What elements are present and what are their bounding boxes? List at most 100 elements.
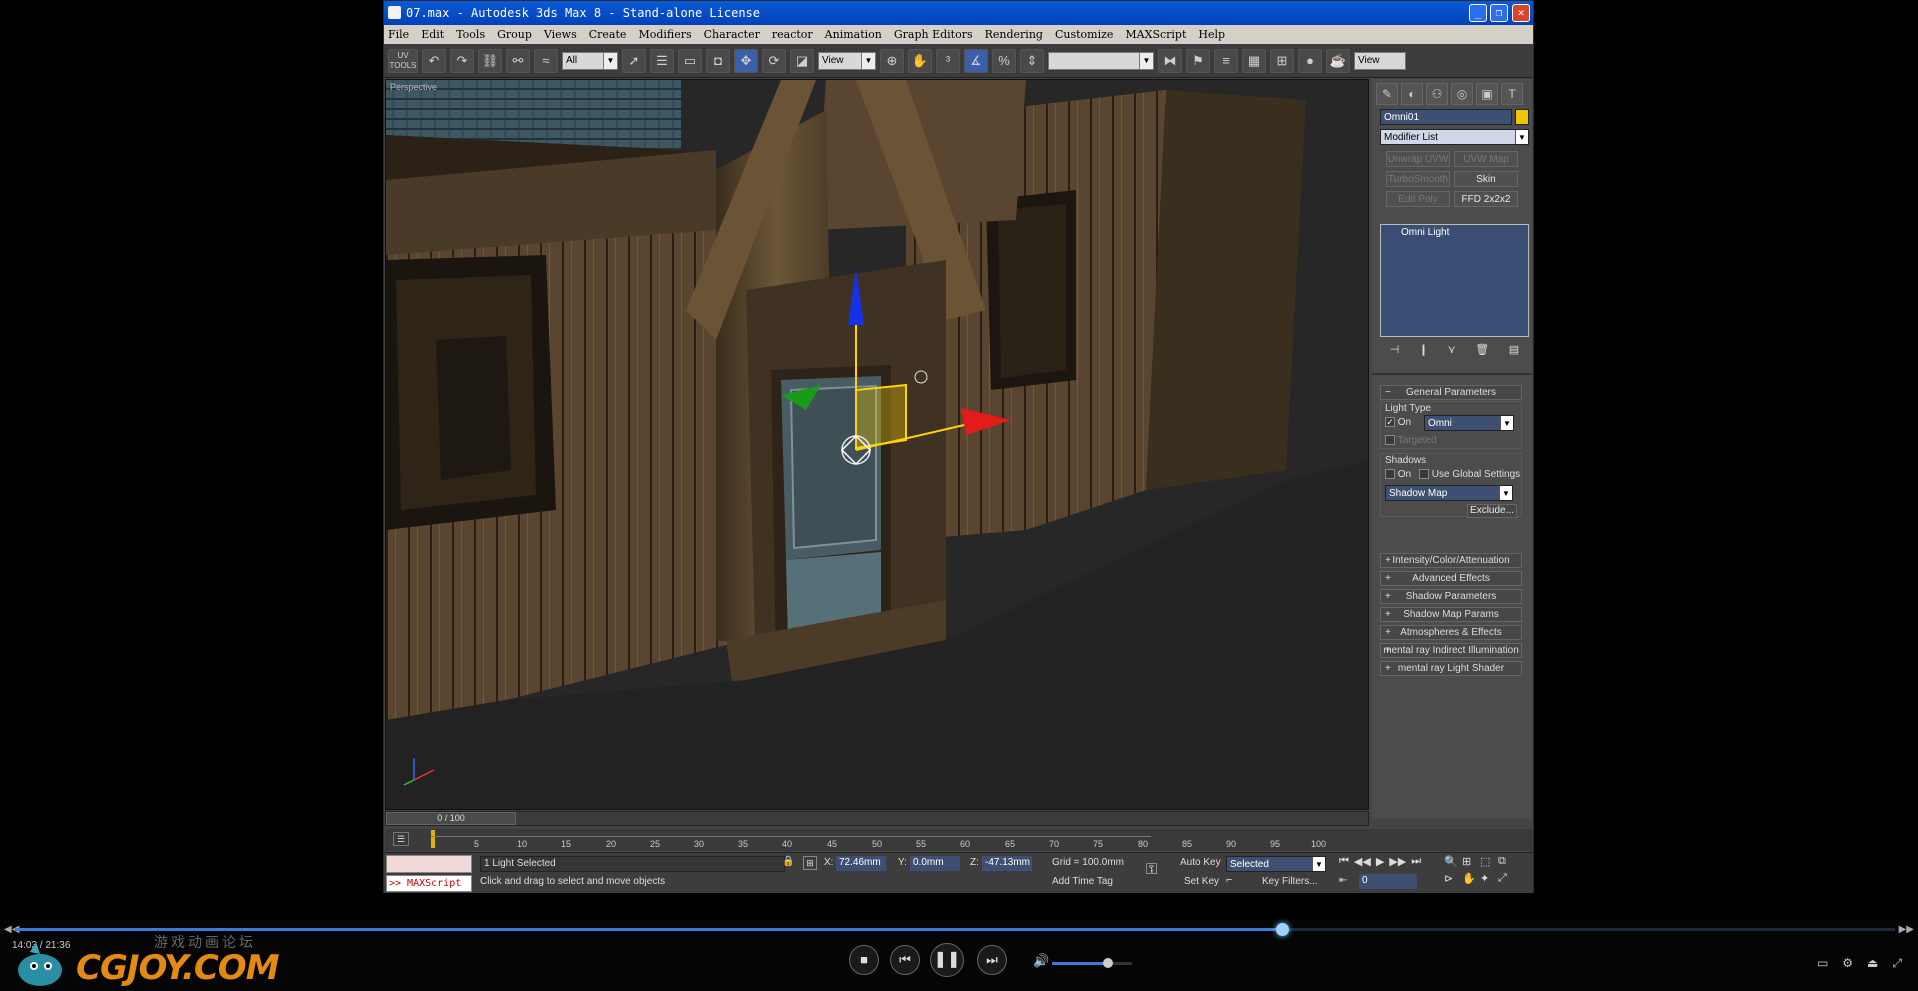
time-slider-track[interactable]: 0 / 100 [385, 811, 1369, 826]
targeted-checkbox[interactable]: Targeted [1385, 435, 1437, 446]
percent-snap-icon[interactable]: % [992, 48, 1016, 73]
menu-tools[interactable]: Tools [456, 25, 485, 44]
play-icon[interactable]: ▶ [1376, 855, 1384, 868]
menu-file[interactable]: File [388, 25, 409, 44]
go-to-end-icon[interactable]: ⏭ [1411, 855, 1421, 868]
maximize-viewport-icon[interactable]: ⤢ [1498, 872, 1516, 885]
unlink-icon[interactable]: ⚯ [506, 48, 530, 73]
stop-icon[interactable]: ■ [849, 945, 879, 975]
maxscript-listener-input[interactable] [386, 855, 472, 873]
link-icon[interactable]: ⛓ [478, 48, 502, 73]
seek-forward-icon[interactable]: ▶▶ [1899, 924, 1914, 935]
turbosmooth-button[interactable]: TurboSmooth [1386, 171, 1450, 187]
progress-bar[interactable] [15, 923, 1895, 936]
rollout-shadow-parameters[interactable]: + Shadow Parameters [1380, 589, 1522, 604]
next-frame-icon[interactable]: ▶▶ [1389, 855, 1406, 868]
key-filters-button[interactable]: Key Filters... [1262, 876, 1318, 887]
add-time-tag-button[interactable]: Add Time Tag [1052, 876, 1113, 887]
menu-create[interactable]: Create [589, 25, 627, 44]
modifier-list-dropdown[interactable]: Modifier List ▼ [1380, 129, 1529, 145]
time-slider[interactable]: 0 / 100 [386, 812, 516, 825]
key-set-dropdown[interactable]: Selected ▼ [1226, 856, 1326, 872]
z-coordinate-field[interactable]: -47.13mm [982, 856, 1032, 871]
modify-tab-icon[interactable]: ◐ [1401, 83, 1423, 105]
settings-icon[interactable]: ⚙ [1842, 956, 1853, 971]
object-name-field[interactable]: Omni01 [1380, 109, 1512, 125]
menu-maxscript[interactable]: MAXScript [1125, 25, 1186, 44]
angle-snap-icon[interactable]: ∡ [964, 48, 988, 73]
zoom-icon[interactable]: 🔍 [1444, 855, 1462, 868]
current-frame-field[interactable]: 0 [1359, 874, 1417, 889]
pin-stack-icon[interactable]: ⊣ [1390, 343, 1400, 356]
display-tab-icon[interactable]: ▣ [1476, 83, 1498, 105]
mirror-icon[interactable]: ⧓ [1158, 48, 1182, 73]
menu-graph-editors[interactable]: Graph Editors [894, 25, 973, 44]
unwrap-uvw-button[interactable]: Unwrap UVW [1386, 151, 1450, 167]
progress-knob[interactable] [1276, 923, 1290, 936]
render-scene-icon[interactable]: ☕ [1326, 48, 1350, 73]
mini-curve-editor-icon[interactable]: ☰ [393, 832, 409, 846]
menu-reactor[interactable]: reactor [772, 25, 813, 44]
light-on-checkbox[interactable]: ✓ On [1385, 417, 1411, 428]
lock-icon[interactable]: 🔒 [782, 856, 794, 867]
stack-item-omni-light[interactable]: Omni Light [1381, 225, 1528, 240]
rect-selection-icon[interactable]: ▭ [678, 48, 702, 73]
key-mode-icon[interactable]: ⚿ [1146, 861, 1157, 878]
zoom-extents-icon[interactable]: ⬚ [1480, 855, 1498, 868]
create-tab-icon[interactable]: ✎ [1376, 83, 1398, 105]
remove-modifier-icon[interactable]: 🗑 [1475, 343, 1489, 356]
default-tangent-icon[interactable]: ⌐ [1226, 874, 1232, 886]
screen-mode-icon[interactable]: ▭ [1817, 956, 1828, 971]
redo-icon[interactable]: ↷ [450, 48, 474, 73]
select-by-name-icon[interactable]: ☰ [650, 48, 674, 73]
zoom-all-icon[interactable]: ⊞ [1462, 855, 1480, 868]
utilities-tab-icon[interactable]: T [1501, 83, 1523, 105]
selection-filter-dropdown[interactable]: All ▼ [562, 51, 618, 70]
exclude-button[interactable]: Exclude... [1467, 504, 1517, 518]
curve-editor-icon[interactable]: ▦ [1242, 48, 1266, 73]
minimize-button[interactable]: _ [1469, 4, 1487, 22]
layer-manager-icon[interactable]: ≡ [1214, 48, 1238, 73]
select-object-icon[interactable]: ➚ [622, 48, 646, 73]
perspective-viewport[interactable]: Perspective [385, 79, 1369, 810]
uvw-map-button[interactable]: UVW Map [1454, 151, 1518, 167]
ffd-button[interactable]: FFD 2x2x2 [1454, 191, 1518, 207]
named-selection-dropdown[interactable]: ▼ [1048, 51, 1154, 70]
material-editor-icon[interactable]: ● [1298, 48, 1322, 73]
show-end-result-icon[interactable]: ❙ [1419, 343, 1428, 356]
menu-group[interactable]: Group [497, 25, 532, 44]
object-color-swatch[interactable] [1515, 109, 1529, 125]
schematic-view-icon[interactable]: ⊞ [1270, 48, 1294, 73]
title-bar[interactable]: 07.max - Autodesk 3ds Max 8 - Stand-alon… [384, 1, 1533, 25]
rotate-icon[interactable]: ⟳ [762, 48, 786, 73]
motion-tab-icon[interactable]: ◎ [1451, 83, 1473, 105]
volume-knob[interactable] [1103, 958, 1113, 968]
reference-coord-dropdown[interactable]: View ▼ [818, 51, 876, 70]
zoom-extents-all-icon[interactable]: ⧉ [1498, 855, 1516, 868]
rollout-shadow-map-params[interactable]: + Shadow Map Params [1380, 607, 1522, 622]
field-of-view-icon[interactable]: ⊳ [1444, 872, 1462, 885]
pan-icon[interactable]: ✋ [1462, 872, 1480, 885]
light-type-dropdown[interactable]: Omni ▼ [1424, 415, 1514, 431]
render-type-dropdown[interactable]: View [1354, 51, 1406, 70]
key-mode-toggle-icon[interactable]: ⇤ [1339, 875, 1347, 886]
align-icon[interactable]: ⚑ [1186, 48, 1210, 73]
menu-character[interactable]: Character [704, 25, 760, 44]
maxscript-output[interactable]: >> MAXScript [386, 875, 472, 892]
menu-modifiers[interactable]: Modifiers [638, 25, 691, 44]
modifier-stack[interactable]: Omni Light [1380, 224, 1529, 337]
rollout-general-parameters[interactable]: − General Parameters [1380, 385, 1522, 400]
menu-views[interactable]: Views [544, 25, 577, 44]
current-frame-marker[interactable] [431, 830, 435, 848]
track-bar[interactable]: ☰ 5 10 15 20 25 30 35 40 45 50 55 60 65 … [385, 829, 1533, 851]
menu-animation[interactable]: Animation [825, 25, 882, 44]
pause-icon[interactable]: ❚❚ [930, 943, 964, 977]
shadows-on-checkbox[interactable]: On [1385, 469, 1411, 480]
edit-poly-button[interactable]: Edit Poly [1386, 191, 1450, 207]
snap-3d-icon[interactable]: ³ [936, 48, 960, 73]
bind-space-warp-icon[interactable]: ≈ [534, 48, 558, 73]
arc-rotate-icon[interactable]: ✦ [1480, 872, 1498, 885]
pivot-center-icon[interactable]: ⊕ [880, 48, 904, 73]
scale-icon[interactable]: ◪ [790, 48, 814, 73]
menu-help[interactable]: Help [1198, 25, 1225, 44]
